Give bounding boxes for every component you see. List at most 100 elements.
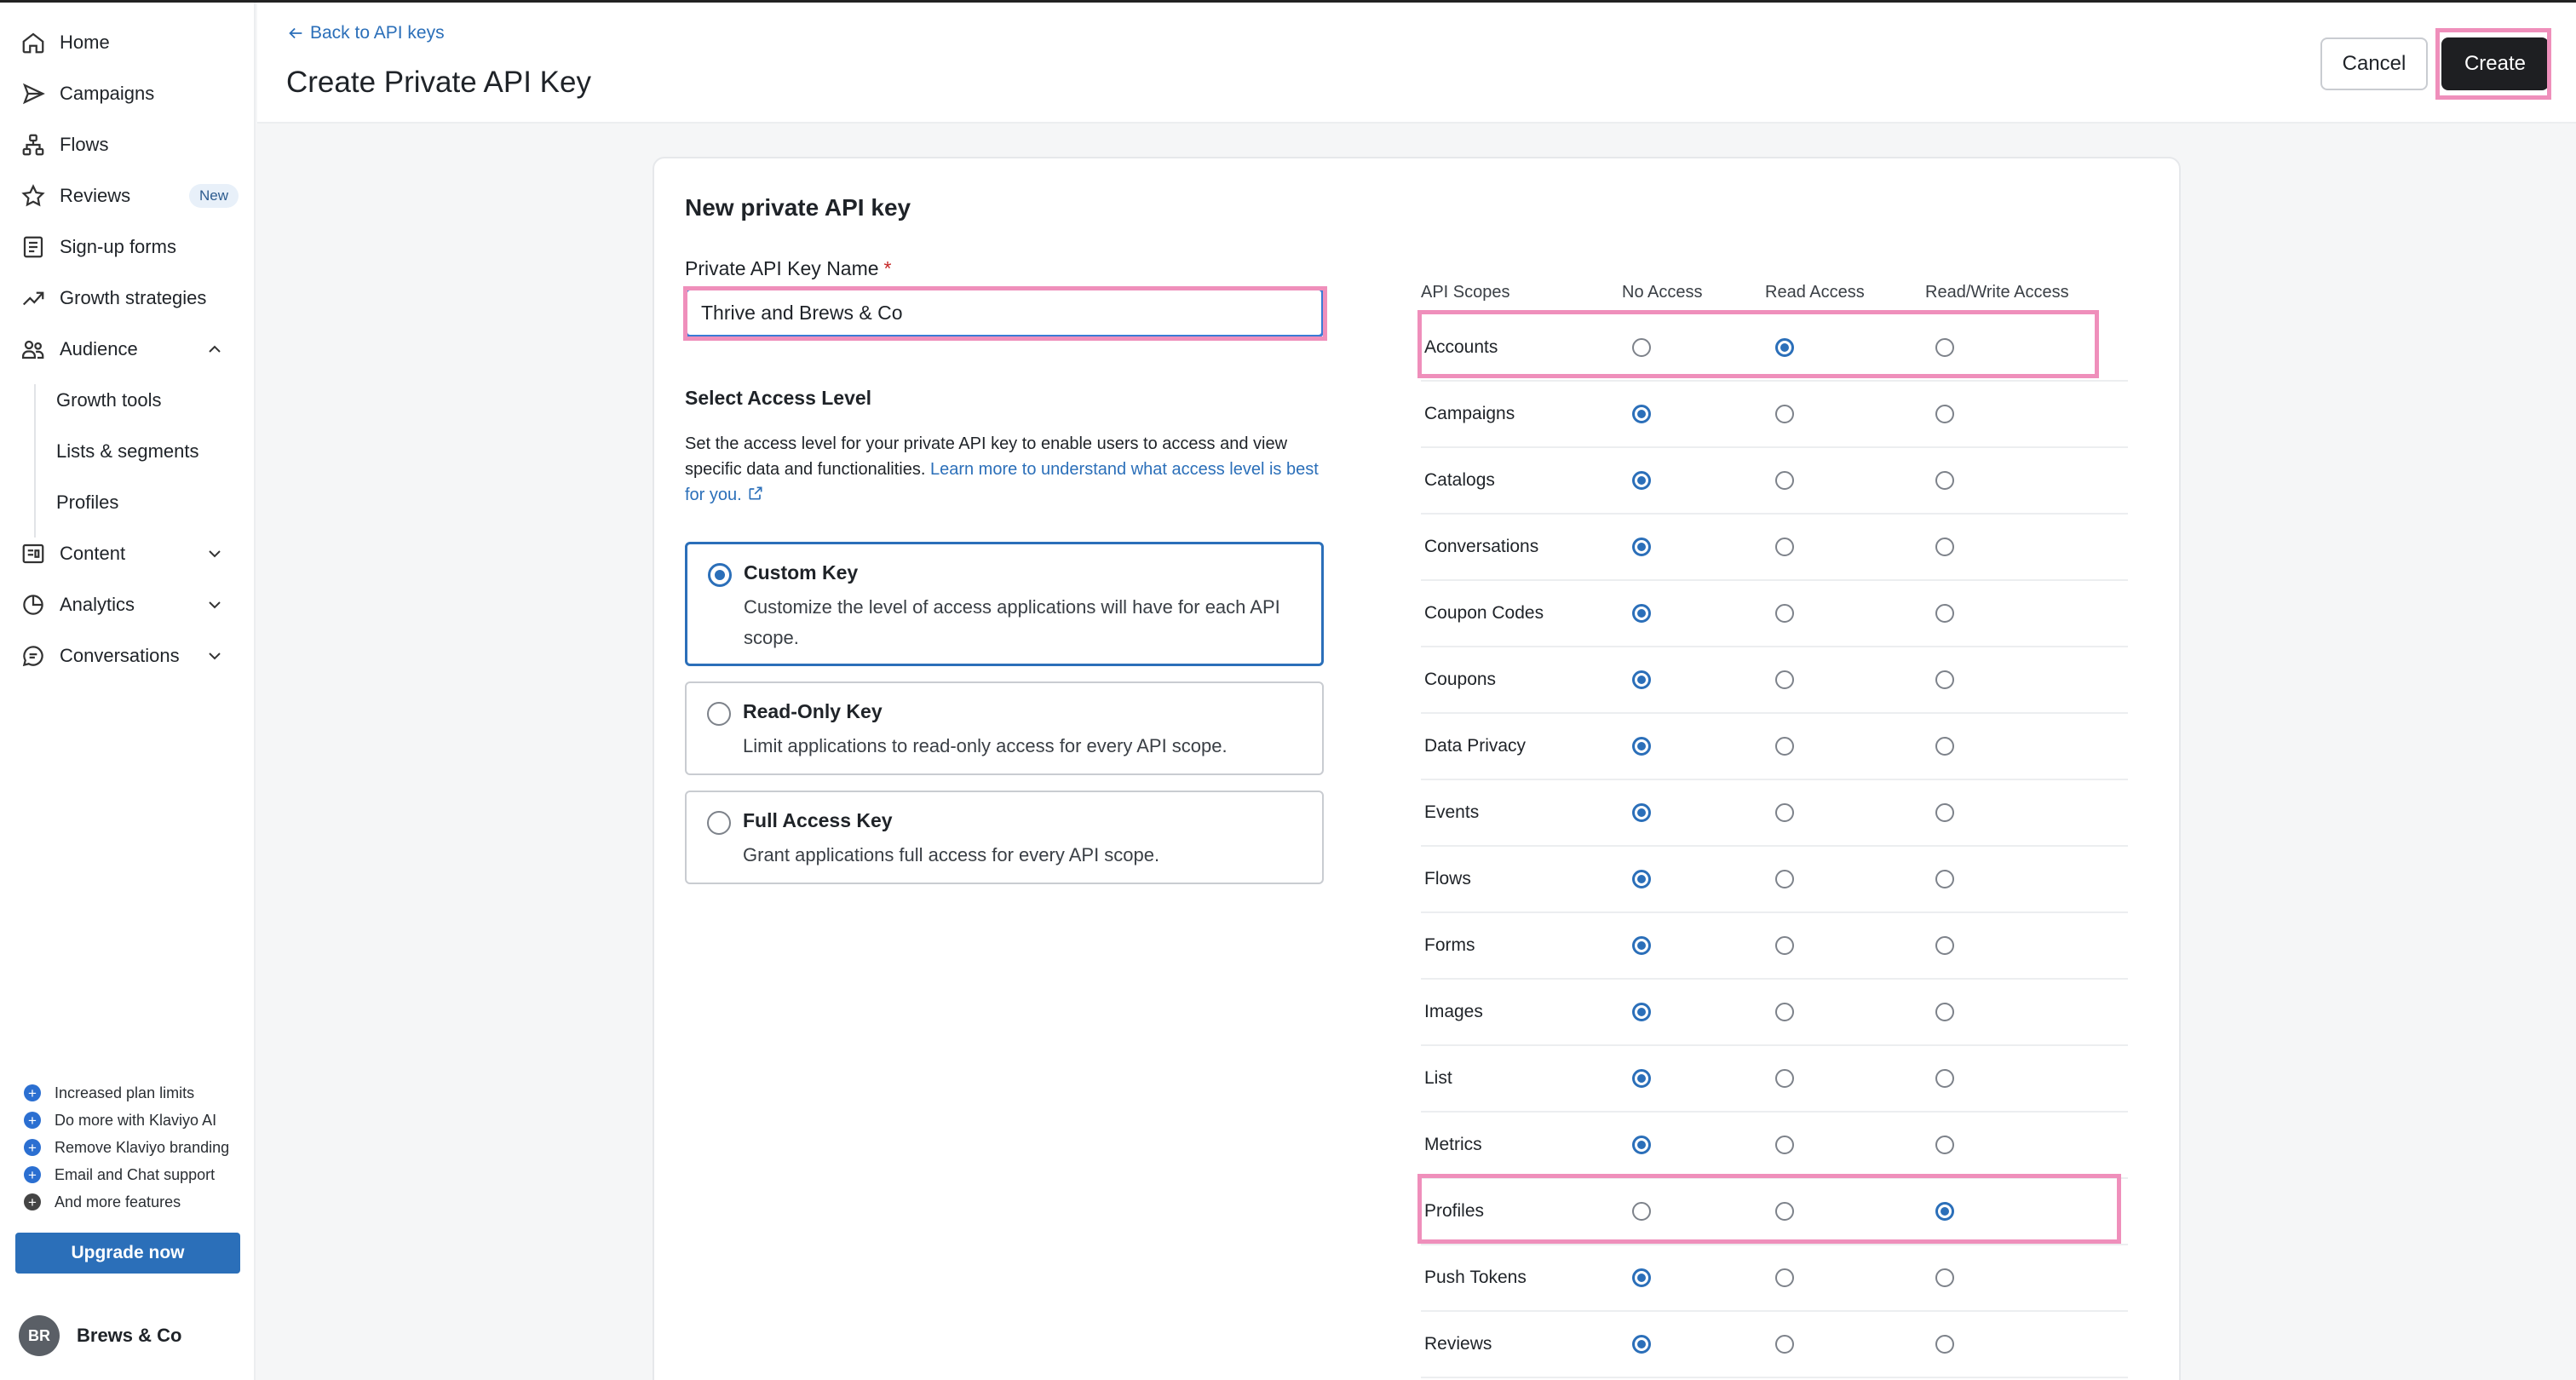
scope-read-radio[interactable] [1775,604,1794,623]
scope-none-radio[interactable] [1632,538,1651,556]
sidebar-subitem-growth-tools[interactable]: Growth tools [56,379,162,422]
scope-write-radio[interactable] [1935,604,1954,623]
sidebar-subitem-profiles[interactable]: Profiles [56,481,118,524]
scope-write-radio[interactable] [1935,1335,1954,1354]
external-link-icon[interactable] [747,485,764,502]
scope-read-radio[interactable] [1775,338,1794,357]
api-key-card: New private API key Private API Key Name… [653,157,2181,1380]
cancel-button[interactable]: Cancel [2320,37,2428,90]
upgrade-now-button[interactable]: Upgrade now [15,1233,240,1274]
scope-write-radio[interactable] [1935,737,1954,756]
scope-none-radio[interactable] [1632,604,1651,623]
scope-none-radio[interactable] [1632,936,1651,955]
scope-read-radio[interactable] [1775,936,1794,955]
scope-none-radio[interactable] [1632,338,1651,357]
column-header: API Scopes [1421,283,1510,302]
scope-write-radio[interactable] [1935,1136,1954,1154]
account-switcher[interactable]: BR Brews & Co [19,1314,181,1357]
option-title: Custom Key [744,561,859,584]
scope-read-radio[interactable] [1775,737,1794,756]
sidebar-item-growth-strategies[interactable]: Growth strategies [20,277,239,319]
sidebar-item-home[interactable]: Home [20,21,239,64]
custom-key-option[interactable]: Custom Key Customize the level of access… [685,542,1324,666]
access-level-title: Select Access Level [685,387,872,409]
key-name-input[interactable] [685,288,1324,337]
sidebar-item-label: Sign-up forms [60,236,176,257]
scope-none-radio[interactable] [1632,1136,1651,1154]
scope-read-radio[interactable] [1775,1003,1794,1021]
scope-none-radio[interactable] [1632,1069,1651,1088]
sidebar-item-audience[interactable]: Audience [20,328,239,371]
scope-write-radio[interactable] [1935,803,1954,822]
scope-write-radio[interactable] [1935,538,1954,556]
scope-write-radio[interactable] [1935,670,1954,689]
scope-none-radio[interactable] [1632,405,1651,423]
content-icon [22,543,44,564]
plus-icon: + [24,1193,41,1210]
sidebar-item-campaigns[interactable]: Campaigns [20,72,239,115]
full-access-key-radio[interactable] [707,811,731,835]
sidebar-item-conversations[interactable]: Conversations [20,635,239,677]
analytics-icon [23,595,43,615]
sidebar-subitem-lists-segments[interactable]: Lists & segments [56,430,199,473]
scope-read-radio[interactable] [1775,1268,1794,1287]
scope-read-radio[interactable] [1775,870,1794,888]
scope-read-radio[interactable] [1775,538,1794,556]
read-only-key-radio[interactable] [707,702,731,726]
scope-write-radio[interactable] [1935,1003,1954,1021]
sidebar-item-content[interactable]: Content [20,532,239,575]
scope-write-radio[interactable] [1935,1069,1954,1088]
chevron-up-icon[interactable] [204,339,225,359]
scopes-body: Accounts Campaigns Catalogs Conversations Co… [1421,315,2128,1378]
scope-none-radio[interactable] [1632,803,1651,822]
scope-none-radio[interactable] [1632,1268,1651,1287]
sidebar-item-label: Conversations [60,645,180,666]
scope-read-radio[interactable] [1775,803,1794,822]
perk-item: + Email and Chat support [24,1162,215,1187]
scope-none-radio[interactable] [1632,870,1651,888]
sidebar-item-flows[interactable]: Flows [20,124,239,166]
back-to-api-keys-link[interactable]: Back to API keys [286,23,445,43]
scope-read-radio[interactable] [1775,1202,1794,1221]
scope-read-radio[interactable] [1775,471,1794,490]
scope-write-radio[interactable] [1935,870,1954,888]
scope-read-radio[interactable] [1775,670,1794,689]
scope-write-radio[interactable] [1935,936,1954,955]
read-only-key-option[interactable]: Read-Only Key Limit applications to read… [685,681,1324,775]
scope-read-radio[interactable] [1775,405,1794,423]
scope-none-radio[interactable] [1632,1335,1651,1354]
scope-name: Events [1424,802,1480,822]
scope-write-radio[interactable] [1935,471,1954,490]
table-row: Conversations [1421,515,2128,581]
create-button[interactable]: Create [2441,37,2549,90]
chevron-down-icon[interactable] [204,543,225,564]
scope-read-radio[interactable] [1775,1136,1794,1154]
new-badge: New [188,184,239,208]
scope-none-radio[interactable] [1632,670,1651,689]
scope-write-radio[interactable] [1935,1268,1954,1287]
sidebar-item-analytics[interactable]: Analytics [20,584,239,626]
access-level-description: Set the access level for your private AP… [685,434,1319,504]
required-marker: * [883,257,892,279]
avatar: BR [19,1315,60,1356]
scopes-header-row: API Scopes No Access Read Access Read/Wr… [1421,273,2128,315]
scope-name: Reviews [1424,1334,1492,1354]
scope-none-radio[interactable] [1632,1202,1651,1221]
chevron-down-icon[interactable] [204,646,225,666]
sidebar-item-reviews[interactable]: Reviews New [20,175,239,217]
column-header: No Access [1622,283,1703,302]
scope-none-radio[interactable] [1632,471,1651,490]
chevron-down-icon[interactable] [204,595,225,615]
scope-read-radio[interactable] [1775,1335,1794,1354]
scope-none-radio[interactable] [1632,737,1651,756]
full-access-key-option[interactable]: Full Access Key Grant applications full … [685,791,1324,884]
scope-read-radio[interactable] [1775,1069,1794,1088]
custom-key-radio[interactable] [708,563,732,587]
table-row: Profiles [1421,1179,2128,1245]
option-description: Grant applications full access for every… [743,844,1160,865]
scope-write-radio[interactable] [1935,405,1954,423]
sidebar-item-signup-forms[interactable]: Sign-up forms [20,226,239,268]
scope-write-radio[interactable] [1935,338,1954,357]
scope-none-radio[interactable] [1632,1003,1651,1021]
scope-write-radio[interactable] [1935,1202,1954,1221]
